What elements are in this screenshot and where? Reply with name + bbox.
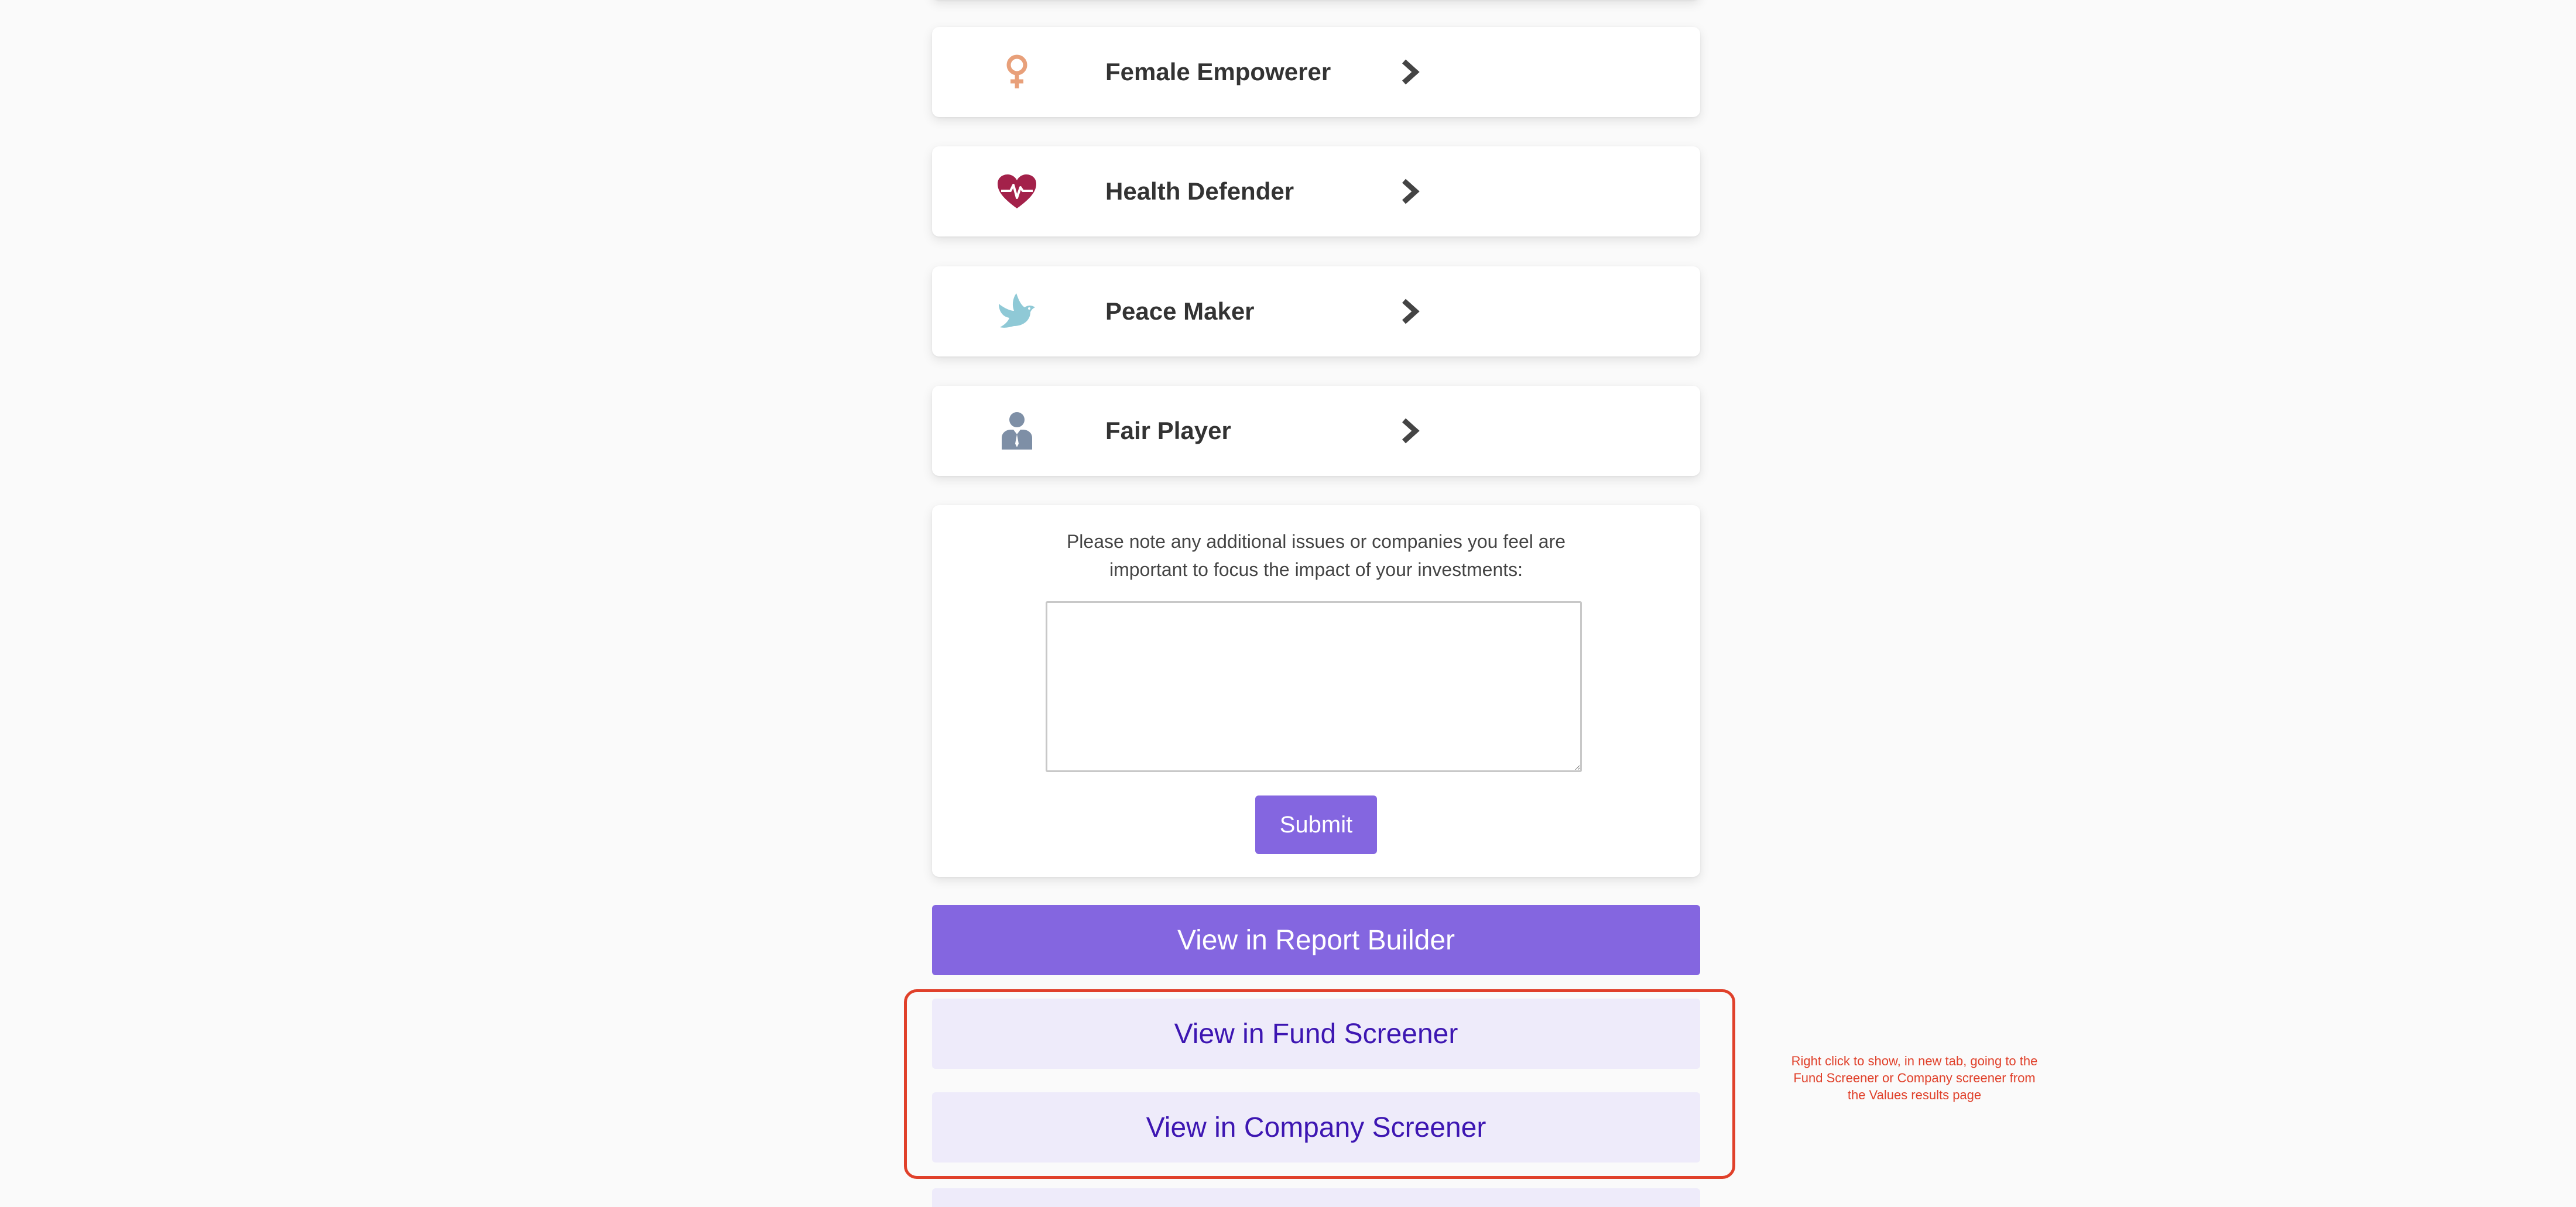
chevron-right-icon [1398, 59, 1421, 85]
value-card-fair-player[interactable]: Fair Player [932, 386, 1700, 476]
value-label-fair-player: Fair Player [1105, 417, 1231, 444]
businessman-icon [996, 410, 1037, 451]
view-in-company-screener-button[interactable]: View in Company Screener [932, 1092, 1700, 1163]
female-symbol-icon [996, 52, 1037, 92]
chevron-right-icon [1398, 179, 1421, 204]
view-in-report-builder-button[interactable]: View in Report Builder [932, 905, 1700, 975]
next-button-partial[interactable] [932, 1188, 1700, 1207]
additional-notes-textarea[interactable] [1046, 601, 1582, 772]
notes-prompt: Please note any additional issues or com… [1066, 531, 1566, 580]
dove-icon [996, 291, 1037, 332]
value-card-health-defender[interactable]: Health Defender [932, 146, 1700, 236]
value-label-peace-maker: Peace Maker [1105, 297, 1255, 325]
values-results-page: Female Empowerer Health Defender Peace M… [0, 0, 2576, 1207]
chevron-right-icon [1398, 418, 1421, 444]
value-label-health-defender: Health Defender [1105, 177, 1294, 205]
annotation-note: Right click to show, in new tab, going t… [1791, 1054, 2038, 1102]
heartbeat-icon [996, 171, 1037, 212]
value-card-female-empowerer[interactable]: Female Empowerer [932, 27, 1700, 117]
chevron-right-icon [1398, 299, 1421, 324]
submit-button[interactable]: Submit [1255, 795, 1377, 854]
view-in-fund-screener-button[interactable]: View in Fund Screener [932, 999, 1700, 1069]
value-label-female-empowerer: Female Empowerer [1105, 58, 1331, 85]
additional-notes-card: Please note any additional issues or com… [932, 505, 1700, 877]
value-card-peace-maker[interactable]: Peace Maker [932, 266, 1700, 356]
